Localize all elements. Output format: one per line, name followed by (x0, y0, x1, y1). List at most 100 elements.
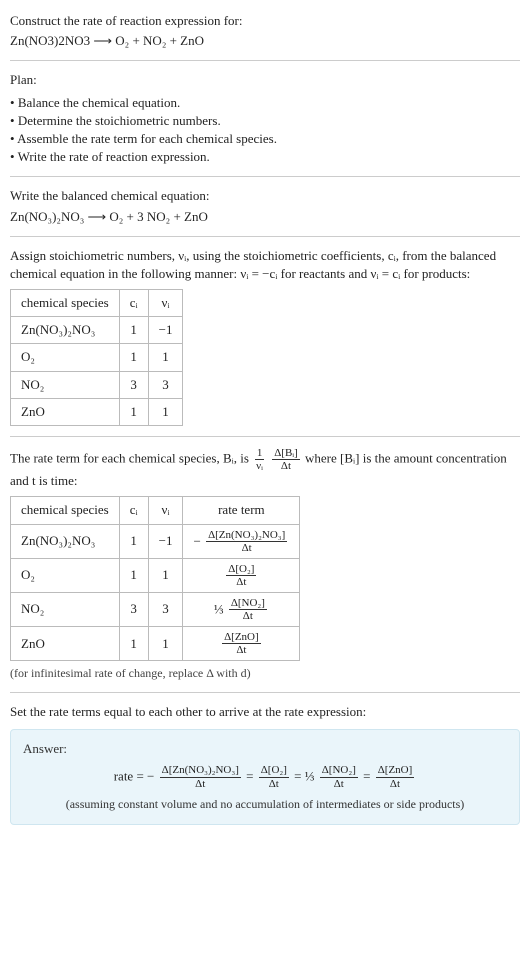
rate-expression: rate = − Δ[Zn(NO₃)₂NO₃] Δt = Δ[O₂] Δt = … (23, 764, 507, 789)
frac-den: Δt (240, 542, 254, 554)
rate-term-intro: The rate term for each chemical species,… (10, 447, 520, 490)
table-row: ZnO 1 1 Δ[ZnO] Δt (11, 627, 300, 661)
problem-prompt: Construct the rate of reaction expressio… (10, 12, 520, 30)
rate-prefix: − (193, 533, 200, 548)
frac-num: Δ[NO₂] (229, 597, 267, 610)
cell-vi: 1 (148, 627, 183, 661)
table-row: NO₂ 3 3 ⅓ Δ[NO₂] Δt (11, 592, 300, 626)
cell-species: ZnO (11, 627, 120, 661)
rate-intro-1: The rate term for each chemical species,… (10, 451, 252, 466)
cell-species: O₂ (11, 344, 120, 371)
plan-list: Balance the chemical equation. Determine… (10, 94, 520, 167)
frac-den: Δt (241, 610, 255, 622)
frac-den: Δt (267, 778, 281, 790)
cell-ci: 1 (119, 524, 148, 558)
table-row: O₂ 1 1 (11, 344, 183, 371)
plan-item: Balance the chemical equation. (10, 94, 520, 112)
equals: = ⅓ (294, 769, 318, 784)
table-row: O₂ 1 1 Δ[O₂] Δt (11, 558, 300, 592)
frac-num: Δ[ZnO] (222, 631, 261, 644)
frac-num: 1 (255, 447, 265, 460)
col-ci: cᵢ (119, 497, 148, 524)
table-row: Zn(NO₃)₂NO₃ 1 −1 − Δ[Zn(NO₃)₂NO₃] Δt (11, 524, 300, 558)
col-vi: νᵢ (148, 290, 183, 317)
col-species: chemical species (11, 497, 120, 524)
cell-vi: 3 (148, 592, 183, 626)
frac-den: Δt (234, 576, 248, 588)
cell-vi: −1 (148, 317, 183, 344)
rate-lead: rate = − (114, 769, 155, 784)
cell-vi: 3 (148, 371, 183, 398)
balanced-intro: Write the balanced chemical equation: (10, 187, 520, 205)
stoich-text: Assign stoichiometric numbers, νᵢ, using… (10, 247, 520, 283)
cell-vi: 1 (148, 344, 183, 371)
answer-label: Answer: (23, 740, 507, 758)
cell-ci: 3 (119, 371, 148, 398)
divider (10, 436, 520, 437)
balanced-section: Write the balanced chemical equation: Zn… (10, 187, 520, 225)
rate-frac-3: Δ[NO₂] Δt (320, 764, 358, 789)
cell-ci: 3 (119, 592, 148, 626)
rate-frac: Δ[ZnO] Δt (222, 631, 261, 656)
frac-num: Δ[ZnO] (376, 764, 415, 777)
col-vi: νᵢ (148, 497, 183, 524)
frac-den: νᵢ (254, 460, 265, 472)
rate-frac: Δ[Zn(NO₃)₂NO₃] Δt (206, 529, 287, 554)
table-header-row: chemical species cᵢ νᵢ (11, 290, 183, 317)
cell-vi: −1 (148, 524, 183, 558)
answer-box: Answer: rate = − Δ[Zn(NO₃)₂NO₃] Δt = Δ[O… (10, 729, 520, 825)
rate-frac: Δ[O₂] Δt (226, 563, 256, 588)
plan-section: Plan: Balance the chemical equation. Det… (10, 71, 520, 166)
unbalanced-equation: Zn(NO3)2NO3 ⟶ O₂ + NO₂ + ZnO (10, 32, 520, 50)
cell-ci: 1 (119, 344, 148, 371)
cell-ci: 1 (119, 558, 148, 592)
cell-ci: 1 (119, 627, 148, 661)
frac-num: Δ[Zn(NO₃)₂NO₃] (206, 529, 287, 542)
final-section: Set the rate terms equal to each other t… (10, 703, 520, 825)
frac-one-over-nu: 1 νᵢ (254, 447, 265, 472)
cell-vi: 1 (148, 558, 183, 592)
rate-term-section: The rate term for each chemical species,… (10, 447, 520, 682)
frac-num: Δ[NO₂] (320, 764, 358, 777)
cell-species: NO₂ (11, 592, 120, 626)
stoich-table: chemical species cᵢ νᵢ Zn(NO₃)₂NO₃ 1 −1 … (10, 289, 183, 426)
plan-title: Plan: (10, 71, 520, 89)
frac-num: Δ[Zn(NO₃)₂NO₃] (160, 764, 241, 777)
frac-den: Δt (234, 644, 248, 656)
rate-prefix: ⅓ (214, 601, 227, 616)
cell-species: Zn(NO₃)₂NO₃ (11, 317, 120, 344)
cell-species: NO₂ (11, 371, 120, 398)
frac-den: Δt (193, 778, 207, 790)
divider (10, 692, 520, 693)
col-species: chemical species (11, 290, 120, 317)
cell-ci: 1 (119, 317, 148, 344)
cell-species: Zn(NO₃)₂NO₃ (11, 524, 120, 558)
stoich-section: Assign stoichiometric numbers, νᵢ, using… (10, 247, 520, 426)
table-row: ZnO 1 1 (11, 398, 183, 425)
plan-item: Write the rate of reaction expression. (10, 148, 520, 166)
table-row: Zn(NO₃)₂NO₃ 1 −1 (11, 317, 183, 344)
infinitesimal-note: (for infinitesimal rate of change, repla… (10, 665, 520, 682)
divider (10, 236, 520, 237)
frac-den: Δt (388, 778, 402, 790)
frac-den: Δt (332, 778, 346, 790)
col-ci: cᵢ (119, 290, 148, 317)
rate-frac-4: Δ[ZnO] Δt (376, 764, 415, 789)
plan-item: Determine the stoichiometric numbers. (10, 112, 520, 130)
frac-num: Δ[Bᵢ] (272, 447, 300, 460)
frac-dB-dt: Δ[Bᵢ] Δt (272, 447, 300, 472)
frac-den: Δt (279, 460, 293, 472)
rate-term-table: chemical species cᵢ νᵢ rate term Zn(NO₃)… (10, 496, 300, 661)
rate-frac-2: Δ[O₂] Δt (259, 764, 289, 789)
divider (10, 176, 520, 177)
rate-frac-1: Δ[Zn(NO₃)₂NO₃] Δt (160, 764, 241, 789)
frac-num: Δ[O₂] (226, 563, 256, 576)
rate-frac: Δ[NO₂] Δt (229, 597, 267, 622)
equals: = (246, 769, 257, 784)
balanced-equation: Zn(NO₃)₂NO₃ ⟶ O₂ + 3 NO₂ + ZnO (10, 208, 520, 226)
cell-rate: − Δ[Zn(NO₃)₂NO₃] Δt (183, 524, 300, 558)
equals: = (363, 769, 374, 784)
cell-rate: Δ[ZnO] Δt (183, 627, 300, 661)
cell-ci: 1 (119, 398, 148, 425)
assumption-note: (assuming constant volume and no accumul… (23, 796, 507, 813)
